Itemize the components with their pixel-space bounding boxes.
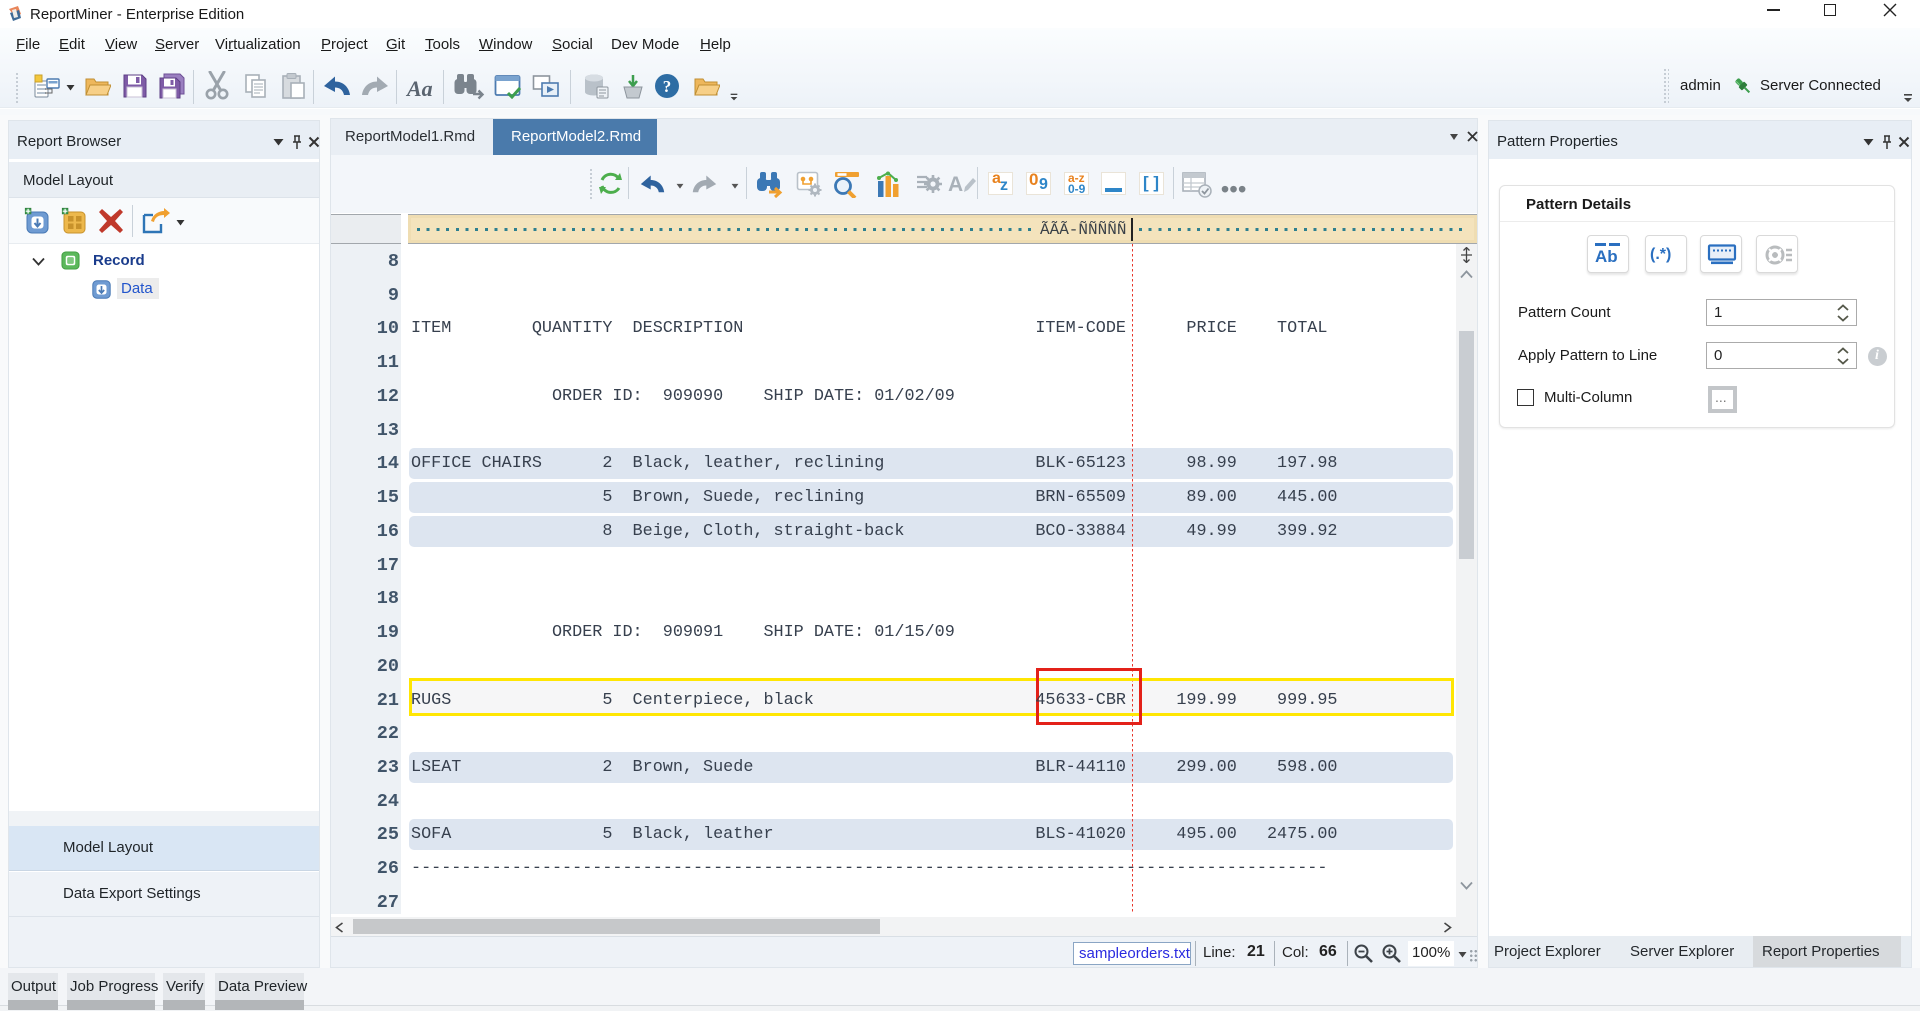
svg-text:?: ?: [663, 77, 672, 96]
